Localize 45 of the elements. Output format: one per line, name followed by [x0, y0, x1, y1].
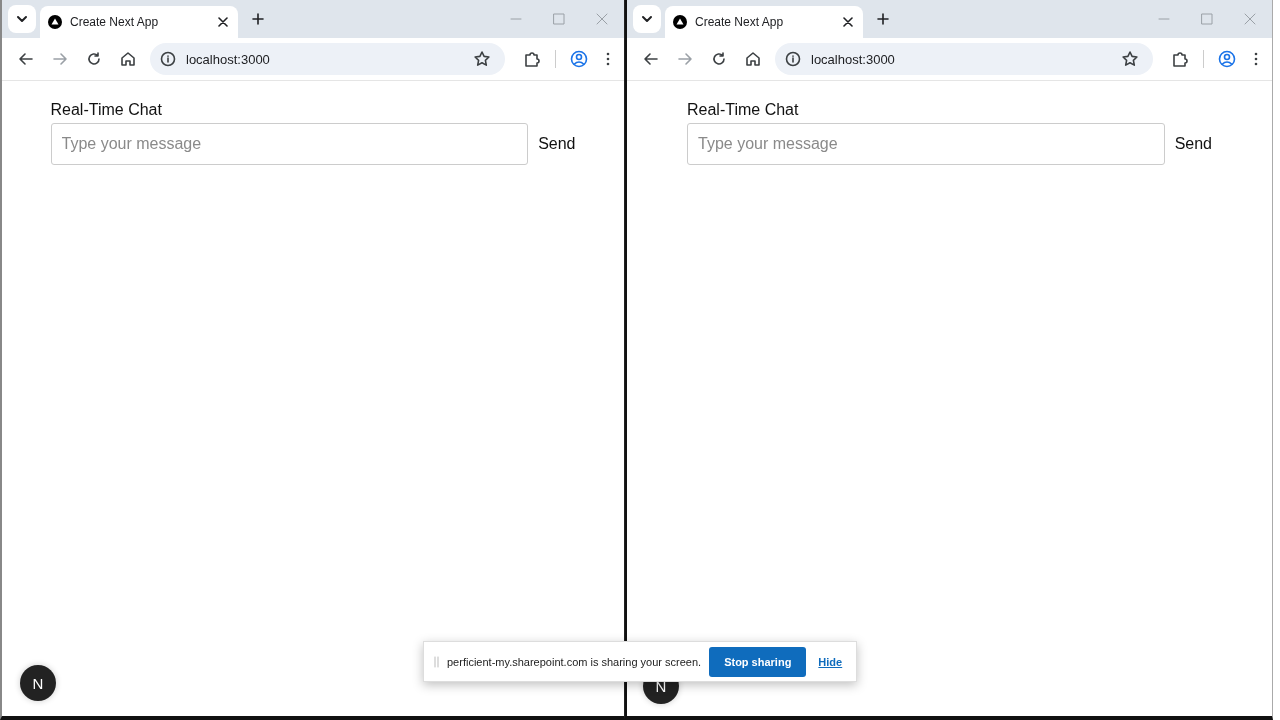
- info-icon[interactable]: [160, 51, 176, 67]
- profile-icon[interactable]: [1218, 50, 1236, 68]
- forward-icon[interactable]: [677, 51, 693, 67]
- address-bar[interactable]: localhost:3000: [150, 43, 505, 75]
- reload-icon[interactable]: [86, 51, 102, 67]
- chat-heading: Real-Time Chat: [687, 101, 800, 119]
- reload-icon[interactable]: [711, 51, 727, 67]
- tab-list-icon[interactable]: [8, 5, 36, 33]
- profile-icon[interactable]: [570, 50, 588, 68]
- send-button[interactable]: Send: [1174, 135, 1212, 153]
- menu-icon[interactable]: [1254, 51, 1258, 67]
- tab-title: Create Next App: [695, 15, 785, 29]
- dev-badge[interactable]: N: [20, 665, 56, 701]
- chat-heading: Real-Time Chat: [50, 101, 163, 119]
- puzzle-icon[interactable]: [1171, 50, 1189, 68]
- drag-handle-icon[interactable]: [434, 655, 439, 668]
- hide-link[interactable]: Hide: [818, 655, 843, 668]
- close-icon[interactable]: [218, 17, 228, 27]
- plus-icon[interactable]: [877, 13, 889, 25]
- tab-list-icon[interactable]: [633, 5, 661, 33]
- browser-tab[interactable]: Create Next App: [40, 6, 238, 38]
- sharing-message: perficient-my.sharepoint.com is sharing your screen.: [447, 655, 702, 668]
- home-icon[interactable]: [120, 51, 136, 67]
- message-field[interactable]: Type your message: [687, 123, 1165, 165]
- plus-icon[interactable]: [252, 13, 264, 25]
- message-field[interactable]: Type your message: [50, 123, 529, 165]
- back-icon[interactable]: [643, 51, 659, 67]
- send-button[interactable]: Send: [538, 135, 576, 153]
- address-bar[interactable]: localhost:3000: [775, 43, 1153, 75]
- home-icon[interactable]: [745, 51, 761, 67]
- puzzle-icon[interactable]: [523, 50, 541, 68]
- star-icon[interactable]: [1121, 50, 1139, 68]
- star-icon[interactable]: [473, 50, 491, 68]
- info-icon[interactable]: [785, 51, 801, 67]
- triangle-logo-icon[interactable]: [48, 15, 62, 29]
- browser-tab[interactable]: Create Next App: [665, 6, 863, 38]
- menu-icon[interactable]: [606, 51, 610, 67]
- stop-sharing-button[interactable]: Stop sharing: [709, 646, 807, 677]
- tab-title: Create Next App: [70, 15, 160, 29]
- close-icon[interactable]: [843, 17, 853, 27]
- url-text: localhost:3000: [811, 51, 895, 67]
- forward-icon[interactable]: [52, 51, 68, 67]
- back-icon[interactable]: [18, 51, 34, 67]
- url-text: localhost:3000: [186, 51, 270, 67]
- triangle-logo-icon[interactable]: [673, 15, 687, 29]
